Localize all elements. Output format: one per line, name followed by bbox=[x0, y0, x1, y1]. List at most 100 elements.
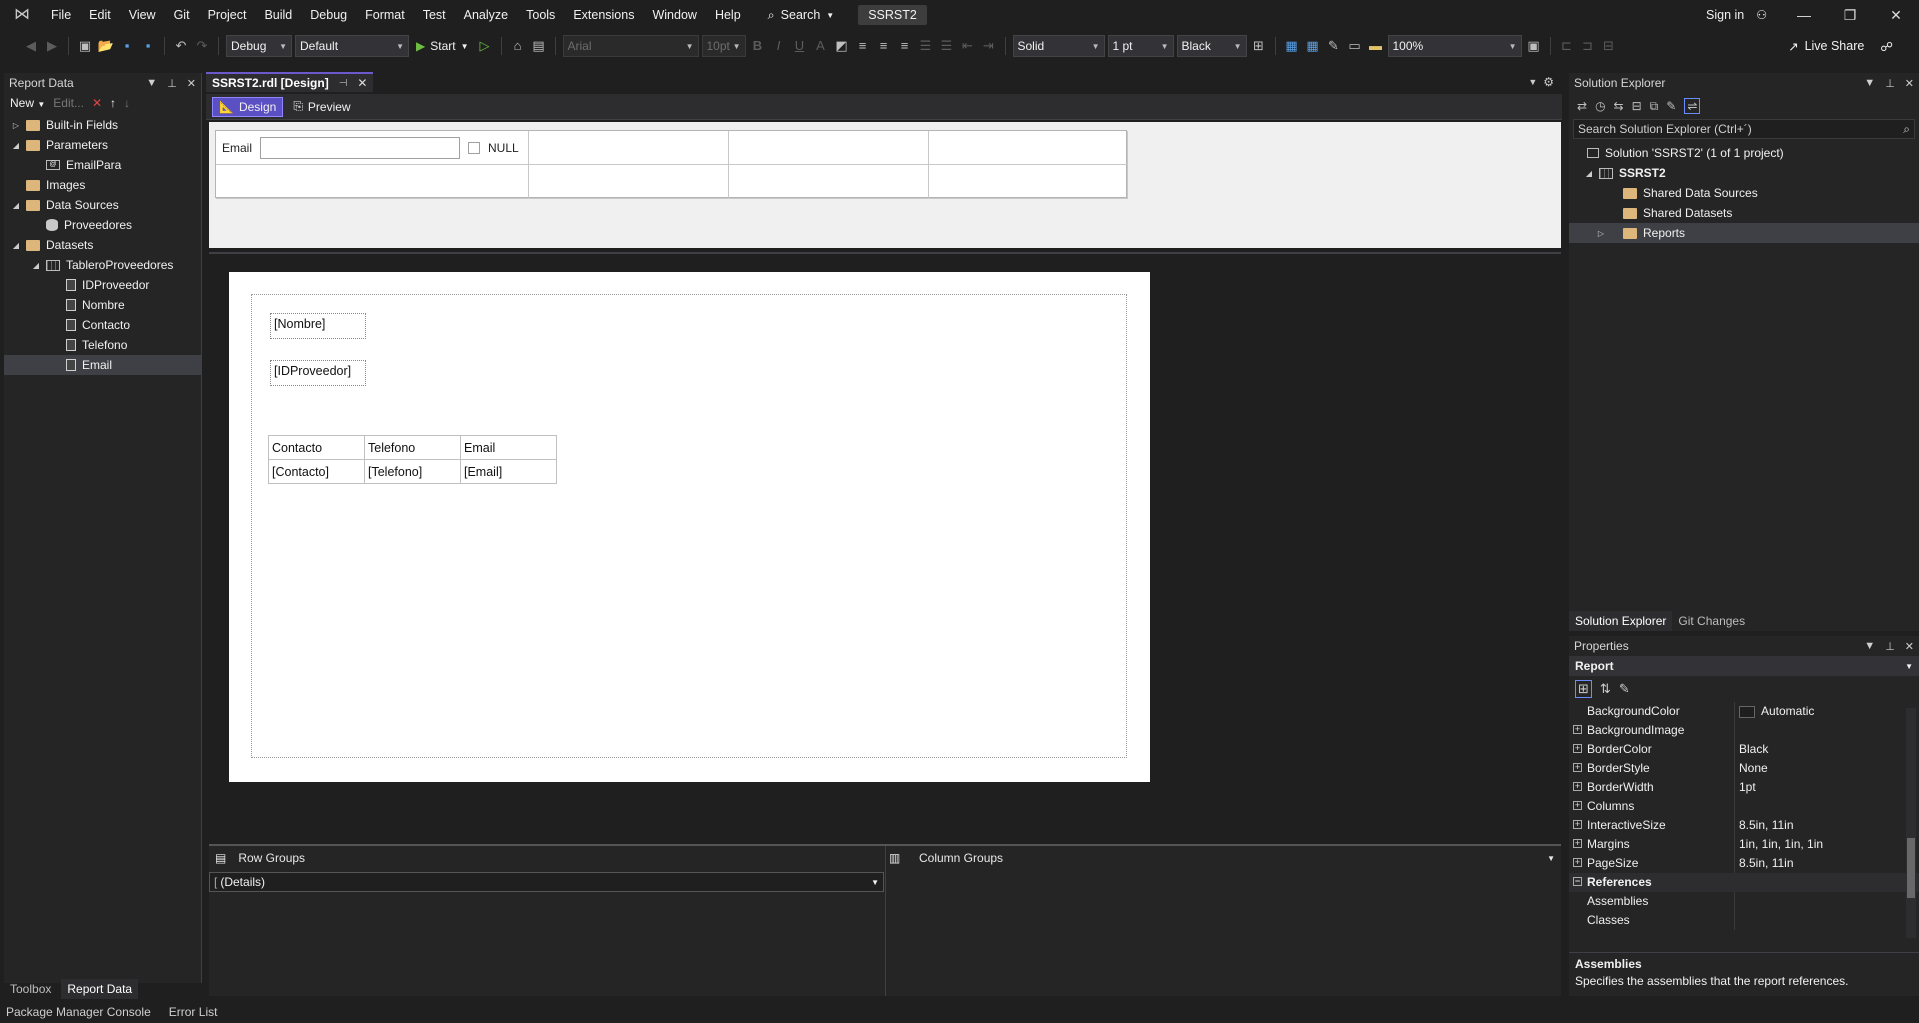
property-value[interactable]: 1pt bbox=[1735, 778, 1905, 797]
idproveedor-textbox[interactable]: [IDProveedor] bbox=[270, 360, 366, 386]
layout-icon[interactable]: ▤ bbox=[530, 37, 548, 55]
menu-analyze[interactable]: Analyze bbox=[455, 0, 517, 30]
property-pages-icon[interactable]: ✎ bbox=[1619, 681, 1630, 697]
expander-icon[interactable]: ◢ bbox=[10, 141, 22, 150]
save-all-icon[interactable]: ▪ bbox=[139, 37, 157, 55]
table-header-cell[interactable]: Contacto bbox=[268, 435, 365, 460]
expander-icon[interactable]: ▷ bbox=[10, 121, 22, 130]
solution-search-input[interactable]: Search Solution Explorer (Ctrl+´) ⌕ bbox=[1573, 119, 1915, 139]
ruler-icon[interactable]: ▭ bbox=[1346, 37, 1364, 55]
tree-item-solution[interactable]: Solution 'SSRST2' (1 of 1 project) bbox=[1569, 143, 1919, 163]
expand-icon[interactable]: + bbox=[1573, 782, 1582, 791]
expand-icon[interactable]: + bbox=[1573, 801, 1582, 810]
property-row[interactable]: + BorderColor Black bbox=[1569, 740, 1919, 759]
edit-button[interactable]: Edit... bbox=[53, 96, 84, 110]
menu-file[interactable]: File bbox=[42, 0, 80, 30]
table-header-cell[interactable]: Email bbox=[460, 435, 557, 460]
table-header-cell[interactable]: Telefono bbox=[364, 435, 461, 460]
solution-name-badge[interactable]: SSRST2 bbox=[858, 5, 927, 25]
close-icon[interactable]: ✕ bbox=[1905, 640, 1914, 653]
menu-build[interactable]: Build bbox=[255, 0, 301, 30]
property-row[interactable]: + Columns bbox=[1569, 797, 1919, 816]
close-tab-icon[interactable]: ✕ bbox=[357, 76, 367, 90]
menu-debug[interactable]: Debug bbox=[301, 0, 356, 30]
tree-item[interactable]: Telefono bbox=[4, 335, 201, 355]
properties-scrollbar[interactable] bbox=[1906, 708, 1916, 938]
parameter-cell[interactable] bbox=[929, 131, 1128, 165]
property-value[interactable] bbox=[1735, 911, 1905, 930]
align-right-icon[interactable]: ≡ bbox=[896, 37, 914, 55]
details-group-row[interactable]: [ (Details) ▼ bbox=[209, 872, 884, 892]
preview-selected-icon[interactable]: ⇌ bbox=[1684, 98, 1701, 114]
tab-solution-explorer[interactable]: Solution Explorer bbox=[1569, 611, 1673, 631]
properties-icon[interactable]: ✎ bbox=[1666, 99, 1676, 113]
tab-package-manager-console[interactable]: Package Manager Console bbox=[6, 1005, 151, 1019]
parameter-input[interactable] bbox=[260, 136, 461, 159]
tab-error-list[interactable]: Error List bbox=[169, 1005, 218, 1019]
report-page[interactable]: [Nombre] [IDProveedor] Contacto Telefono… bbox=[229, 272, 1150, 782]
tab-list-icon[interactable]: ▼ bbox=[1528, 77, 1543, 87]
pin-icon[interactable]: ⊥ bbox=[1885, 640, 1895, 653]
forward-icon[interactable]: ▶ bbox=[43, 37, 61, 55]
tree-item-shared-datasets[interactable]: Shared Datasets bbox=[1569, 203, 1919, 223]
tree-item[interactable]: Proveedores bbox=[4, 215, 201, 235]
increase-indent-icon[interactable]: ⇥ bbox=[980, 37, 998, 55]
report-data-icon[interactable]: ▦ bbox=[1283, 37, 1301, 55]
new-button[interactable]: New ▼ bbox=[10, 96, 45, 110]
platform-dropdown[interactable]: Default ▼ bbox=[295, 35, 409, 57]
report-body[interactable]: [Nombre] [IDProveedor] Contacto Telefono… bbox=[251, 294, 1127, 758]
underline-icon[interactable]: U bbox=[791, 37, 809, 55]
menu-edit[interactable]: Edit bbox=[80, 0, 120, 30]
sync-icon[interactable]: ⇆ bbox=[1614, 99, 1624, 113]
proveedores-table[interactable]: Contacto Telefono Email [Contacto] [Tele… bbox=[268, 435, 557, 484]
collapse-all-icon[interactable]: ⊟ bbox=[1632, 99, 1642, 113]
menu-window[interactable]: Window bbox=[643, 0, 705, 30]
tree-item[interactable]: Images bbox=[4, 175, 201, 195]
property-row[interactable]: + BorderWidth 1pt bbox=[1569, 778, 1919, 797]
parameter-cell[interactable] bbox=[216, 165, 529, 199]
expander-icon[interactable]: ◢ bbox=[30, 261, 42, 270]
categorized-icon[interactable]: ⊞ bbox=[1575, 680, 1592, 698]
numbering-icon[interactable]: ☰ bbox=[938, 37, 956, 55]
close-icon[interactable]: ✕ bbox=[1905, 77, 1914, 90]
close-window-button[interactable]: ✕ bbox=[1873, 7, 1919, 24]
expand-icon[interactable]: + bbox=[1573, 725, 1582, 734]
border-color-dropdown[interactable]: Black ▼ bbox=[1176, 35, 1247, 57]
property-value[interactable] bbox=[1735, 892, 1905, 911]
ruler-toggle-icon[interactable]: ▬ bbox=[1367, 37, 1385, 55]
redo-icon[interactable]: ↷ bbox=[193, 37, 211, 55]
parameter-cell[interactable] bbox=[529, 131, 729, 165]
dropdown-icon[interactable]: ▼ bbox=[1864, 77, 1875, 90]
property-value[interactable]: 1in, 1in, 1in, 1in bbox=[1735, 835, 1905, 854]
property-value[interactable]: 8.5in, 11in bbox=[1735, 854, 1905, 873]
expander-icon[interactable]: ◢ bbox=[10, 241, 22, 250]
properties-wrench-icon[interactable]: ✎ bbox=[1325, 37, 1343, 55]
property-row[interactable]: BackgroundColor Automatic bbox=[1569, 702, 1919, 721]
report-server-icon[interactable]: ▣ bbox=[1525, 37, 1543, 55]
expand-icon[interactable]: + bbox=[1573, 744, 1582, 753]
property-row[interactable]: + BackgroundImage bbox=[1569, 721, 1919, 740]
delete-icon[interactable]: ✕ bbox=[92, 96, 102, 110]
property-value[interactable]: Automatic bbox=[1735, 702, 1905, 721]
property-value[interactable] bbox=[1735, 721, 1905, 740]
align-left-icon[interactable]: ≡ bbox=[854, 37, 872, 55]
menu-test[interactable]: Test bbox=[414, 0, 455, 30]
decrease-indent-icon[interactable]: ⇤ bbox=[959, 37, 977, 55]
null-checkbox[interactable] bbox=[468, 141, 481, 154]
property-category[interactable]: − References bbox=[1569, 873, 1919, 892]
italic-icon[interactable]: I bbox=[770, 37, 788, 55]
zoom-dropdown[interactable]: 100% ▼ bbox=[1387, 35, 1522, 57]
tab-ssrst2-design[interactable]: SSRST2.rdl [Design] ⊣ ✕ bbox=[206, 72, 374, 92]
feedback-icon[interactable]: ☍ bbox=[1880, 39, 1893, 54]
tree-item-reports[interactable]: ▷ Reports bbox=[1569, 223, 1919, 243]
chevron-down-icon[interactable]: ▼ bbox=[871, 878, 883, 887]
property-row[interactable]: + PageSize 8.5in, 11in bbox=[1569, 854, 1919, 873]
tree-item[interactable]: ◢ Data Sources bbox=[4, 195, 201, 215]
property-value[interactable] bbox=[1735, 797, 1905, 816]
expand-icon[interactable]: + bbox=[1573, 858, 1582, 867]
pin-icon[interactable]: ⊥ bbox=[167, 77, 177, 90]
parameter-cell[interactable] bbox=[529, 165, 729, 199]
parameter-cell-email[interactable]: Email NULL bbox=[216, 131, 529, 165]
expand-icon[interactable]: + bbox=[1573, 763, 1582, 772]
property-row[interactable]: Assemblies bbox=[1569, 892, 1919, 911]
